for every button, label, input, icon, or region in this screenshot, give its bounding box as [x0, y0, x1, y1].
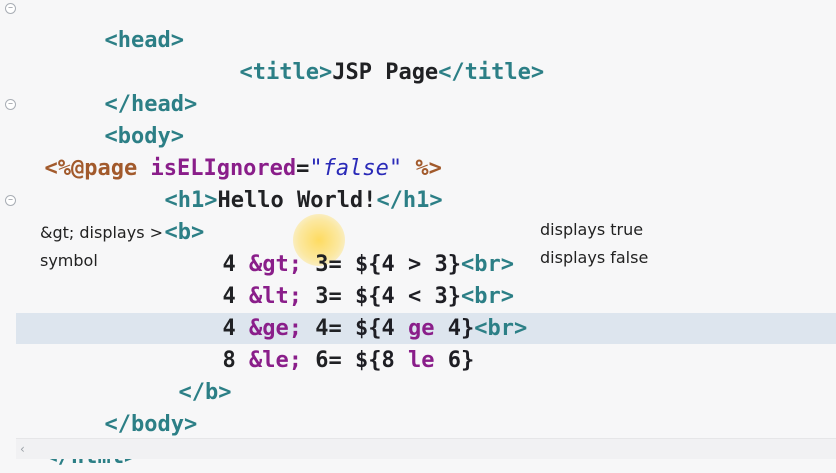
annotation-symbol: symbol: [40, 251, 98, 270]
el-open: ${8: [354, 348, 408, 373]
h1-close-tag: </h1>: [376, 188, 443, 213]
code-line-body-close[interactable]: </body>: [78, 377, 198, 437]
code-line-html-close[interactable]: </html>: [18, 409, 138, 469]
fold-toggle-icon[interactable]: −: [5, 3, 16, 14]
expr-entity: &le;: [249, 348, 302, 373]
annotation-displays-true: displays true: [540, 220, 644, 239]
fold-toggle-icon[interactable]: −: [5, 99, 16, 110]
code-line-expression[interactable]: 4 &gt; 3= ${4 > 3}<br>: [196, 217, 514, 277]
code-line-page-directive[interactable]: <%@page isELIgnored="false" %>: [18, 121, 442, 181]
page-directive-open: <%@page: [44, 156, 151, 181]
annotation-gt-displays: &gt; displays >: [40, 223, 164, 242]
code-line-body-open[interactable]: <body>: [78, 89, 184, 149]
editor-gutter: [0, 0, 16, 458]
expr-rhs: 6=: [315, 348, 342, 373]
horizontal-scrollbar[interactable]: [16, 438, 836, 459]
title-open-tag: <title>: [239, 60, 333, 85]
head-open-tag: <head>: [104, 28, 184, 53]
code-line-head-close[interactable]: </head>: [78, 57, 198, 117]
title-close-tag: </title>: [438, 60, 545, 85]
annotation-displays-false: displays false: [540, 248, 649, 267]
br-tag: <br>: [474, 316, 528, 341]
code-line-expression[interactable]: 4 &ge; 4= ${4 ge 4}<br>: [196, 281, 528, 341]
code-line-title[interactable]: <title>JSP Page</title>: [213, 25, 545, 85]
code-line-h1[interactable]: <h1>Hello World!</h1>: [138, 153, 443, 213]
code-line-head-open[interactable]: <head>: [78, 0, 184, 53]
code-line-b-open[interactable]: <b>: [138, 185, 205, 245]
fold-toggle-icon[interactable]: −: [5, 195, 16, 206]
code-line-b-close[interactable]: </b>: [152, 345, 232, 405]
scroll-left-arrow-icon[interactable]: ‹: [20, 442, 25, 456]
title-text: JSP Page: [332, 60, 439, 85]
el-close: 6}: [434, 348, 475, 373]
code-line-expression[interactable]: 4 &lt; 3= ${4 < 3}<br>: [196, 249, 514, 309]
el-operator: le: [407, 348, 435, 373]
h1-text: Hello World!: [217, 188, 377, 213]
code-line-expression-current[interactable]: 8 &le; 6= ${8 le 6}: [196, 313, 475, 373]
